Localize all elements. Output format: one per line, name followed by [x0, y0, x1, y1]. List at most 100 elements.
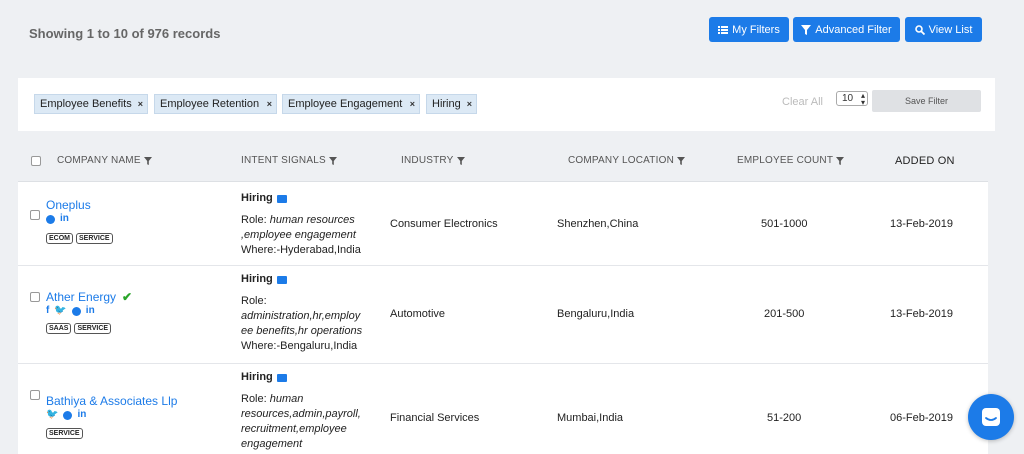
filter-tag-label: Employee Benefits	[40, 98, 132, 110]
verified-check-icon: ✔	[122, 290, 133, 304]
remove-tag-icon[interactable]: ×	[267, 99, 272, 109]
advanced-filter-label: Advanced Filter	[815, 23, 892, 36]
role-value: administration,hr,employ ee benefits,hr …	[241, 310, 363, 337]
employee-count-cell: 201-500	[764, 308, 805, 320]
column-label: INTENT SIGNALS	[241, 155, 326, 166]
company-name[interactable]: Ather Energy	[46, 290, 116, 304]
filter-icon	[801, 24, 812, 35]
filter-icon	[677, 156, 685, 165]
page-size-value: 10	[842, 93, 854, 104]
company-name-link[interactable]: Bathiya & Associates Llp	[46, 394, 177, 408]
active-filters-panel: Employee Benefits × Employee Retention ×…	[18, 78, 995, 131]
remove-tag-icon[interactable]: ×	[138, 99, 143, 109]
search-icon	[914, 24, 925, 35]
filter-tag-employee-benefits: Employee Benefits ×	[34, 94, 148, 114]
linkedin-icon[interactable]: in	[77, 410, 86, 420]
filter-icon	[456, 156, 465, 165]
column-intent-signals[interactable]: INTENT SIGNALS	[241, 155, 337, 166]
added-on-cell: 13-Feb-2019	[890, 218, 953, 230]
tag-badge: SAAS	[46, 323, 72, 334]
tag-badge: SERVICE	[46, 428, 83, 439]
role-label: Role:	[241, 214, 270, 226]
select-all-checkbox[interactable]	[31, 156, 41, 166]
signal-type: Hiring	[241, 371, 273, 383]
filter-tag-label: Employee Retention	[160, 98, 260, 110]
facebook-icon[interactable]: f	[46, 306, 49, 316]
role-label: Role:	[241, 393, 270, 405]
view-list-button[interactable]: View List	[905, 17, 982, 42]
my-filters-label: My Filters	[732, 23, 780, 36]
row-checkbox[interactable]	[30, 390, 40, 400]
briefcase-icon	[276, 194, 287, 203]
column-employee-count[interactable]: EMPLOYEE COUNT	[737, 155, 845, 166]
remove-tag-icon[interactable]: ×	[467, 99, 472, 109]
column-industry[interactable]: INDUSTRY	[401, 155, 465, 166]
role-label: Role:	[241, 295, 267, 307]
company-tags: SAAS SERVICE	[46, 323, 112, 334]
row-checkbox[interactable]	[30, 292, 40, 302]
social-links: 🐦 in	[46, 410, 86, 420]
table-row: Bathiya & Associates Llp 🐦 in SERVICE Hi…	[18, 364, 988, 454]
company-name[interactable]: Bathiya & Associates Llp	[46, 394, 177, 408]
records-count: Showing 1 to 10 of 976 records	[29, 26, 221, 41]
social-links: in	[46, 214, 69, 224]
advanced-filter-button[interactable]: Advanced Filter	[793, 17, 900, 42]
my-filters-button[interactable]: My Filters	[709, 17, 789, 42]
tag-badge: SERVICE	[76, 233, 113, 244]
signal-type: Hiring	[241, 273, 273, 285]
save-filter-button[interactable]: Save Filter	[872, 90, 981, 112]
tag-badge: ECOM	[46, 233, 73, 244]
globe-icon[interactable]	[46, 214, 55, 224]
company-name-link[interactable]: Ather Energy ✔	[46, 290, 132, 304]
location-cell: Bengaluru,India	[557, 308, 635, 320]
remove-tag-icon[interactable]: ×	[410, 99, 415, 109]
linkedin-icon[interactable]: in	[60, 214, 69, 224]
tag-badge: SERVICE	[74, 323, 112, 334]
column-label: EMPLOYEE COUNT	[737, 155, 834, 166]
column-label: ADDED ON	[895, 155, 955, 167]
filter-tag-hiring: Hiring ×	[426, 94, 477, 114]
row-checkbox[interactable]	[30, 210, 40, 220]
twitter-icon[interactable]: 🐦	[46, 410, 58, 420]
company-tags: SERVICE	[46, 428, 83, 439]
chat-icon	[982, 408, 1000, 426]
table-header: COMPANY NAME INTENT SIGNALS INDUSTRY COM…	[18, 138, 988, 182]
signal-type: Hiring	[241, 192, 273, 204]
filter-icon	[836, 156, 845, 165]
industry-cell: Consumer Electronics	[390, 218, 498, 230]
view-list-label: View List	[928, 23, 973, 36]
table-row: Oneplus in ECOM SERVICE Hiring Role: hum…	[18, 183, 988, 266]
employee-count-cell: 501-1000	[761, 218, 808, 230]
spinner-arrows-icon: ▴ ▾	[860, 91, 865, 107]
company-name[interactable]: Oneplus	[46, 198, 91, 212]
employee-count-cell: 51-200	[767, 412, 802, 424]
intent-signal: Hiring Role: administration,hr,employ ee…	[241, 272, 371, 354]
page-size-select[interactable]: 10 ▴ ▾	[836, 91, 868, 107]
column-label: INDUSTRY	[401, 155, 454, 166]
briefcase-icon	[276, 373, 287, 382]
table-row: Ather Energy ✔ f 🐦 in SAAS SERVICE Hirin…	[18, 266, 988, 364]
companies-table: COMPANY NAME INTENT SIGNALS INDUSTRY COM…	[18, 138, 988, 454]
location-cell: Shenzhen,China	[557, 218, 639, 230]
filter-tag-label: Hiring	[432, 98, 461, 110]
clear-all-link[interactable]: Clear All	[782, 96, 823, 108]
globe-icon[interactable]	[63, 410, 73, 420]
industry-cell: Financial Services	[390, 412, 480, 424]
column-added-on: ADDED ON	[895, 155, 955, 167]
linkedin-icon[interactable]: in	[86, 306, 95, 316]
company-tags: ECOM SERVICE	[46, 233, 113, 244]
list-icon	[718, 25, 729, 34]
globe-icon[interactable]	[71, 306, 81, 316]
filter-tag-employee-engagement: Employee Engagement ×	[282, 94, 420, 114]
twitter-icon[interactable]: 🐦	[54, 306, 66, 316]
filter-icon	[143, 156, 152, 165]
added-on-cell: 13-Feb-2019	[890, 308, 953, 320]
chat-launcher-button[interactable]	[968, 394, 1014, 440]
location-cell: Mumbai,India	[557, 412, 624, 424]
where-value: Where:-Bengaluru,India	[241, 340, 358, 352]
column-company-location[interactable]: COMPANY LOCATION	[568, 155, 685, 166]
company-name-link[interactable]: Oneplus	[46, 198, 91, 212]
where-value: Where:-Hyderabad,India	[241, 244, 361, 256]
column-company-name[interactable]: COMPANY NAME	[57, 155, 152, 166]
added-on-cell: 06-Feb-2019	[890, 412, 953, 424]
